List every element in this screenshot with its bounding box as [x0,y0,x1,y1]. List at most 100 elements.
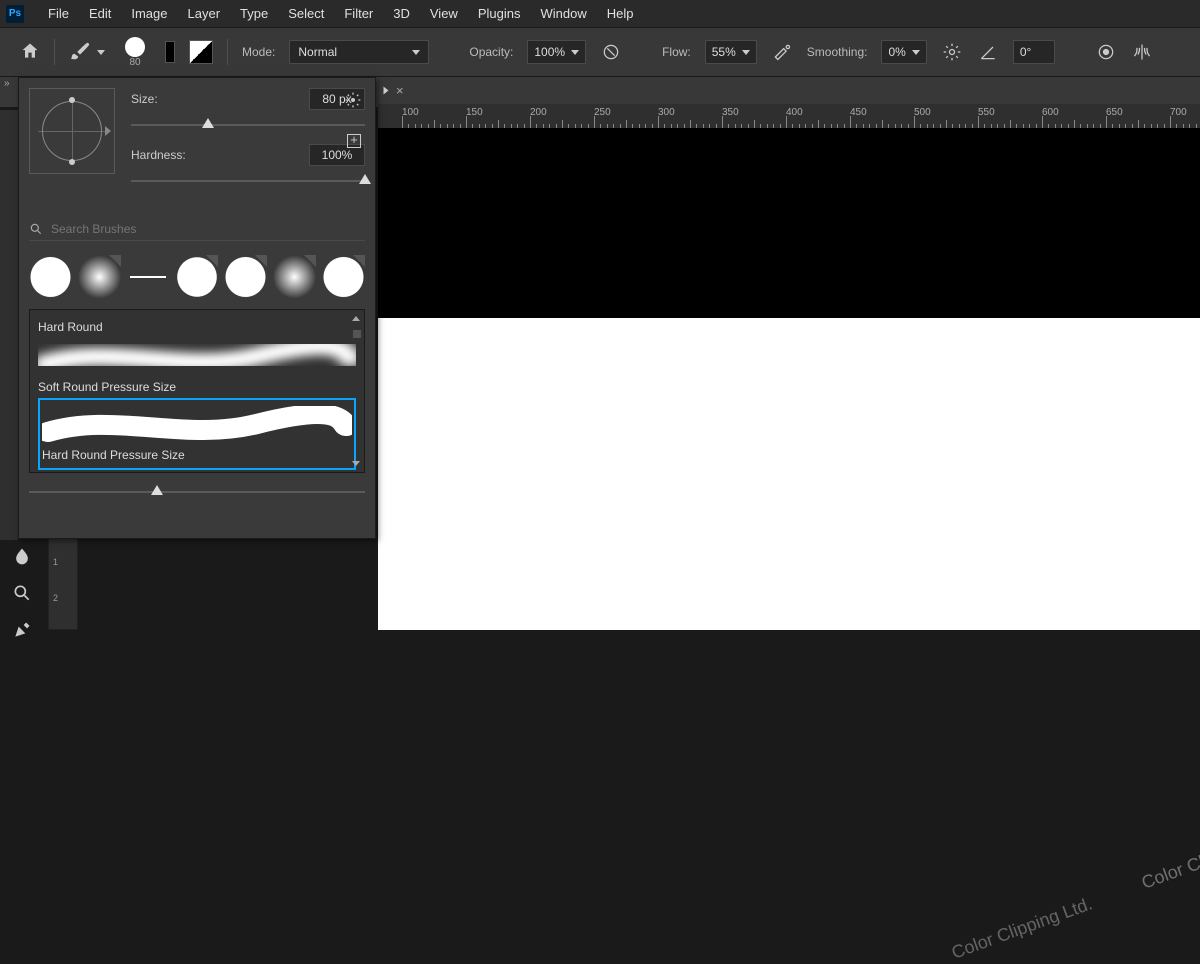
brush-thumb[interactable] [322,255,365,299]
search-icon [29,222,43,236]
options-bar: 80 Mode: Normal Opacity: 100% Flow: 55% … [0,27,1200,77]
vertical-ruler: 1 2 [48,538,78,630]
angle-field[interactable]: 0° [1013,40,1055,64]
menu-window[interactable]: Window [530,2,596,25]
opacity-field[interactable]: 100% [527,40,586,64]
ruler-number: 300 [658,107,675,118]
smoothing-settings-icon[interactable] [941,41,963,63]
menu-view[interactable]: View [420,2,468,25]
dodge-tool-icon[interactable] [12,583,32,606]
ruler-number: 600 [1042,107,1059,118]
flow-value: 55% [712,45,736,59]
brush-item-label[interactable]: Soft Round Pressure Size [38,380,356,394]
brush-thumb[interactable] [127,255,170,299]
brush-tip-preview[interactable] [29,88,115,174]
ruler-number: 1 [53,557,58,567]
flow-field[interactable]: 55% [705,40,757,64]
menu-image[interactable]: Image [121,2,177,25]
chevron-down-icon [97,50,105,55]
size-slider[interactable] [131,116,365,134]
brush-search-input[interactable] [51,222,365,236]
menu-3d[interactable]: 3D [383,2,420,25]
pressure-size-icon[interactable] [1095,41,1117,63]
brush-preset-panel: + Size: 80 px Hardness: 100% [18,77,376,539]
brush-item-selected[interactable]: Hard Round Pressure Size [38,398,356,470]
menu-type[interactable]: Type [230,2,278,25]
size-label: Size: [131,92,201,106]
blend-swatch-icon[interactable] [189,40,213,64]
ruler-number: 250 [594,107,611,118]
home-icon[interactable] [20,41,40,64]
brush-tool-indicator[interactable] [69,40,105,65]
scroll-down-icon[interactable] [352,461,360,466]
brush-icon [69,40,91,65]
pen-tool-icon[interactable] [12,620,32,643]
menu-filter[interactable]: Filter [334,2,383,25]
watermark-text: Color Clipping Ltd. [949,893,1095,963]
brush-item-label: Hard Round Pressure Size [42,448,352,462]
brush-list: Hard Round Soft Round Pressure Size Hard… [29,309,365,473]
menu-file[interactable]: File [38,2,79,25]
watermark-text: Color Clipping Ltd. [1139,823,1200,893]
ruler-number: 500 [914,107,931,118]
flow-label: Flow: [662,45,691,59]
menu-select[interactable]: Select [278,2,334,25]
canvas-artboard[interactable]: Color Clipping Ltd. Color Clipping Ltd. … [378,318,1200,630]
chevron-down-icon [912,50,920,55]
brush-thumb-row [29,255,365,299]
brush-thumb[interactable] [176,255,219,299]
brush-size-number: 80 [129,57,140,68]
brush-color-chip[interactable] [165,41,175,63]
brush-item-label[interactable]: Hard Round [38,320,356,334]
brush-thumb[interactable] [29,255,72,299]
scroll-up-icon[interactable] [352,316,360,321]
divider [227,39,228,65]
close-icon[interactable]: × [396,83,404,98]
canvas-pasteboard [378,128,1200,318]
new-brush-icon[interactable]: + [347,134,361,148]
expand-panels-icon[interactable]: » [4,78,8,89]
airbrush-icon[interactable] [771,41,793,63]
scroll-thumb[interactable] [353,330,361,338]
document-tab[interactable]: × [382,83,404,98]
brush-thumb[interactable] [78,255,121,299]
ruler-number: 150 [466,107,483,118]
menu-plugins[interactable]: Plugins [468,2,531,25]
brush-thumb[interactable] [273,255,316,299]
ruler-number: 550 [978,107,995,118]
menu-help[interactable]: Help [597,2,644,25]
symmetry-icon[interactable] [1131,41,1153,63]
smoothing-value: 0% [888,45,905,59]
menu-layer[interactable]: Layer [178,2,231,25]
brush-search[interactable] [29,218,365,241]
thumbnail-size-slider[interactable] [29,483,365,501]
chevron-down-icon [412,50,420,55]
vertical-tool-strip [0,540,44,643]
app-logo: Ps [6,5,24,23]
brush-stroke-preview[interactable] [38,338,356,376]
mode-select[interactable]: Normal [289,40,429,64]
ruler-number: 200 [530,107,547,118]
ruler-number: 400 [786,107,803,118]
ruler-number: 450 [850,107,867,118]
opacity-label: Opacity: [469,45,513,59]
brush-thumb[interactable] [224,255,267,299]
mode-label: Mode: [242,45,275,59]
divider [54,39,55,65]
blur-tool-icon[interactable] [12,546,32,569]
ruler-number: 650 [1106,107,1123,118]
hardness-label: Hardness: [131,148,201,162]
panel-settings-icon[interactable] [345,92,361,111]
hardness-slider[interactable] [131,172,365,190]
ruler-number: 350 [722,107,739,118]
smoothing-label: Smoothing: [807,45,868,59]
menu-bar: Ps File Edit Image Layer Type Select Fil… [0,0,1200,27]
smoothing-field[interactable]: 0% [881,40,926,64]
mode-value: Normal [298,45,337,59]
ruler-number: 100 [402,107,419,118]
ruler-number: 700 [1170,107,1187,118]
horizontal-ruler: 100 150 200 250 300 350 400 450 500 550 600 650 700 [378,104,1200,128]
pressure-opacity-icon[interactable] [600,41,622,63]
menu-edit[interactable]: Edit [79,2,121,25]
brush-preset-chip[interactable]: 80 [125,37,145,68]
